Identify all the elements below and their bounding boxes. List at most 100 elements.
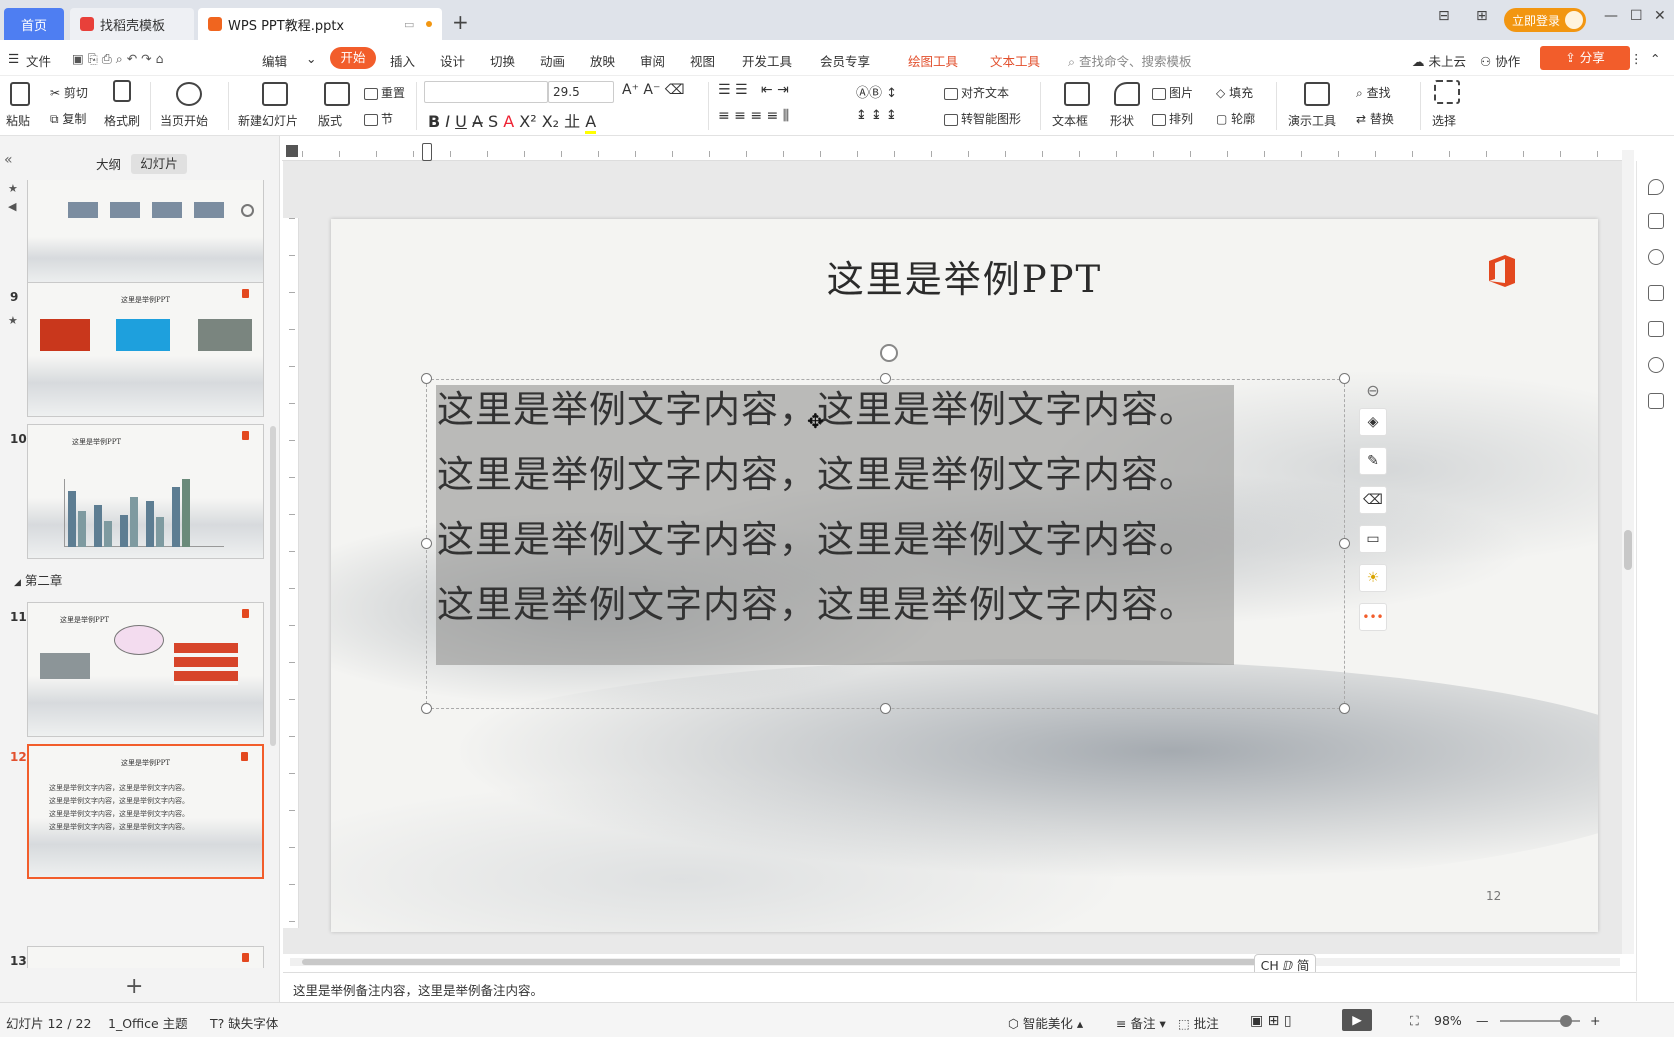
login-button[interactable]: 立即登录 xyxy=(1504,8,1586,32)
menu-start[interactable]: 开始 xyxy=(330,47,376,69)
replace-button[interactable]: ⇄ 替换 xyxy=(1356,110,1394,127)
section-button[interactable]: 节 xyxy=(364,110,393,127)
resize-handle[interactable] xyxy=(421,703,432,714)
frame-icon[interactable]: ▭ xyxy=(1359,525,1387,553)
menu-review[interactable]: 审阅 xyxy=(640,51,665,70)
fit-window-icon[interactable]: ⛶ xyxy=(1410,1013,1419,1029)
tab-templates[interactable]: 找稻壳模板 xyxy=(70,8,194,40)
font-grow-shrink-icons[interactable]: A⁺ A⁻ ⌫ xyxy=(622,82,685,98)
resize-handle[interactable] xyxy=(1339,703,1350,714)
menu-insert[interactable]: 插入 xyxy=(390,51,415,70)
book-icon[interactable] xyxy=(1648,393,1664,409)
layers-icon[interactable]: ◈ xyxy=(1359,408,1387,436)
location-icon[interactable] xyxy=(1648,357,1664,373)
reset-button[interactable]: 重置 xyxy=(364,84,405,101)
font-size-select[interactable]: 29.5 xyxy=(548,81,614,103)
menu-design[interactable]: 设计 xyxy=(440,51,465,70)
vertical-scrollbar[interactable] xyxy=(1622,150,1634,954)
smart-shape-button[interactable]: 转智能图形 xyxy=(944,110,1021,127)
notes-text[interactable]: 这里是举例备注内容，这里是举例备注内容。 xyxy=(293,983,543,998)
notes-toggle[interactable]: ≡ 备注 ▾ xyxy=(1116,1013,1166,1032)
zoom-out-icon[interactable]: — xyxy=(1476,1013,1489,1028)
list-icons[interactable]: ☰ ☰ ⇤ ⇥ xyxy=(718,82,789,98)
pen-icon[interactable]: ✎ xyxy=(1359,447,1387,475)
horizontal-scroll-thumb[interactable] xyxy=(302,959,1302,965)
resize-handle[interactable] xyxy=(421,538,432,549)
beautify-button[interactable]: ⬡ 智能美化 ▴ xyxy=(1008,1013,1083,1032)
resize-handle[interactable] xyxy=(880,373,891,384)
theme-name[interactable]: 1_Office 主题 xyxy=(108,1013,188,1032)
comment-icon[interactable] xyxy=(1648,285,1664,301)
notes-pane[interactable]: 这里是举例备注内容，这里是举例备注内容。 xyxy=(283,972,1636,1002)
panel-scrollbar[interactable] xyxy=(270,426,276,746)
eraser-icon[interactable]: ⌫ xyxy=(1359,486,1387,514)
menu-developer[interactable]: 开发工具 xyxy=(742,51,792,70)
missing-font-button[interactable]: T? 缺失字体 xyxy=(210,1013,278,1032)
collapse-panel-icon[interactable]: « xyxy=(4,152,13,168)
resize-handle[interactable] xyxy=(1339,373,1350,384)
play-slideshow-button[interactable]: ▶ xyxy=(1342,1009,1372,1031)
collapse-ribbon-icon[interactable]: ⌃ xyxy=(1650,51,1660,66)
zoom-in-icon[interactable]: + xyxy=(1590,1013,1600,1028)
cut-button[interactable]: ✂ 剪切 xyxy=(50,84,88,101)
copy-button[interactable]: ⧉ 复制 xyxy=(50,110,86,127)
close-icon[interactable]: ✕ xyxy=(1654,8,1666,24)
zoom-level[interactable]: 98% xyxy=(1434,1013,1462,1028)
arrange-button[interactable]: 排列 xyxy=(1152,110,1193,127)
slide-thumbnail-10[interactable]: 这里是举例PPT xyxy=(27,424,264,559)
picture-button[interactable]: 图片 xyxy=(1152,84,1193,101)
collab-button[interactable]: ⚇ 协作 xyxy=(1480,51,1520,70)
vertical-ruler[interactable] xyxy=(283,218,299,928)
menu-view[interactable]: 视图 xyxy=(690,51,715,70)
textbox-selection-frame[interactable] xyxy=(426,379,1345,709)
rocket-icon[interactable] xyxy=(1648,179,1664,195)
sliders-icon[interactable] xyxy=(1648,213,1664,229)
slide-title[interactable]: 这里是举例PPT xyxy=(331,249,1598,303)
layout-button[interactable]: 版式 xyxy=(318,112,342,129)
select-button[interactable]: 选择 xyxy=(1432,112,1456,129)
from-current-button[interactable]: 当页开始 xyxy=(160,112,208,129)
slide-thumbnail-13[interactable] xyxy=(27,946,264,968)
presenter-tools-button[interactable]: 演示工具 xyxy=(1288,112,1336,129)
lightbulb-icon[interactable]: ☀ xyxy=(1359,564,1387,592)
add-slide-button[interactable]: + xyxy=(125,974,143,999)
cloud-status[interactable]: ☁ 未上云 xyxy=(1412,51,1466,70)
textbox-button[interactable]: 文本框 xyxy=(1052,112,1088,129)
tab-outline[interactable]: 大纲 xyxy=(96,154,121,173)
command-search[interactable]: ⌕ 查找命令、搜索模板 xyxy=(1068,51,1192,70)
monitor-icon[interactable]: ▭ xyxy=(404,18,414,31)
paragraph-align-icons[interactable]: ≡ ≡ ≡ ≡ ⫼ xyxy=(718,108,789,124)
font-family-select[interactable] xyxy=(424,81,548,103)
comments-toggle[interactable]: ⬚ 批注 xyxy=(1178,1013,1219,1032)
horizontal-ruler[interactable] xyxy=(282,143,1622,161)
slide-thumbnail-8[interactable] xyxy=(27,180,264,285)
new-slide-button[interactable]: 新建幻灯片 xyxy=(238,112,298,129)
grid-icon[interactable]: ⊞ xyxy=(1476,8,1488,24)
menu-text-tools[interactable]: 文本工具 xyxy=(990,51,1040,70)
collapse-minus-icon[interactable]: ⊖ xyxy=(1359,376,1387,404)
scroll-thumb[interactable] xyxy=(1624,530,1632,570)
layout-icon[interactable]: ⊟ xyxy=(1438,8,1450,24)
menu-file[interactable]: 文件 xyxy=(26,51,51,70)
line-spacing-icons[interactable]: ↨ ↨ ↨ xyxy=(856,108,897,123)
format-painter-button[interactable]: 格式刷 xyxy=(104,112,140,129)
slide-thumbnail-12-active[interactable]: 这里是举例PPT 这里是举例文字内容，这里是举例文字内容。 这里是举例文字内容，… xyxy=(27,744,264,879)
menu-drawing-tools[interactable]: 绘图工具 xyxy=(908,51,958,70)
slide-thumbnail-9[interactable]: 这里是举例PPT xyxy=(27,282,264,417)
quick-access-icons[interactable]: ▣ ⎘ ⎙ ⌕ ↶ ↷ ⌂ xyxy=(72,51,164,67)
align-text-button[interactable]: 对齐文本 xyxy=(944,84,1009,101)
resize-handle[interactable] xyxy=(880,703,891,714)
tab-home[interactable]: 首页 xyxy=(4,8,64,40)
image-icon[interactable] xyxy=(1648,321,1664,337)
menu-member[interactable]: 会员专享 xyxy=(820,51,870,70)
more-dots-icon[interactable]: ••• xyxy=(1359,603,1387,631)
resize-handle[interactable] xyxy=(1339,538,1350,549)
fill-button[interactable]: ◇ 填充 xyxy=(1216,84,1253,101)
share-button[interactable]: ⇪ 分享 xyxy=(1540,46,1630,70)
menu-transition[interactable]: 切换 xyxy=(490,51,515,70)
zoom-slider-knob[interactable] xyxy=(1560,1015,1572,1027)
font-format-icons[interactable]: B I U A̶ S A X² X₂ 㐀 A xyxy=(428,108,597,134)
view-mode-icons[interactable]: ▣ ⊞ ▯ xyxy=(1250,1013,1292,1029)
find-button[interactable]: ⌕ 查找 xyxy=(1356,84,1391,101)
chevron-down-icon[interactable]: ⌄ xyxy=(306,51,316,66)
